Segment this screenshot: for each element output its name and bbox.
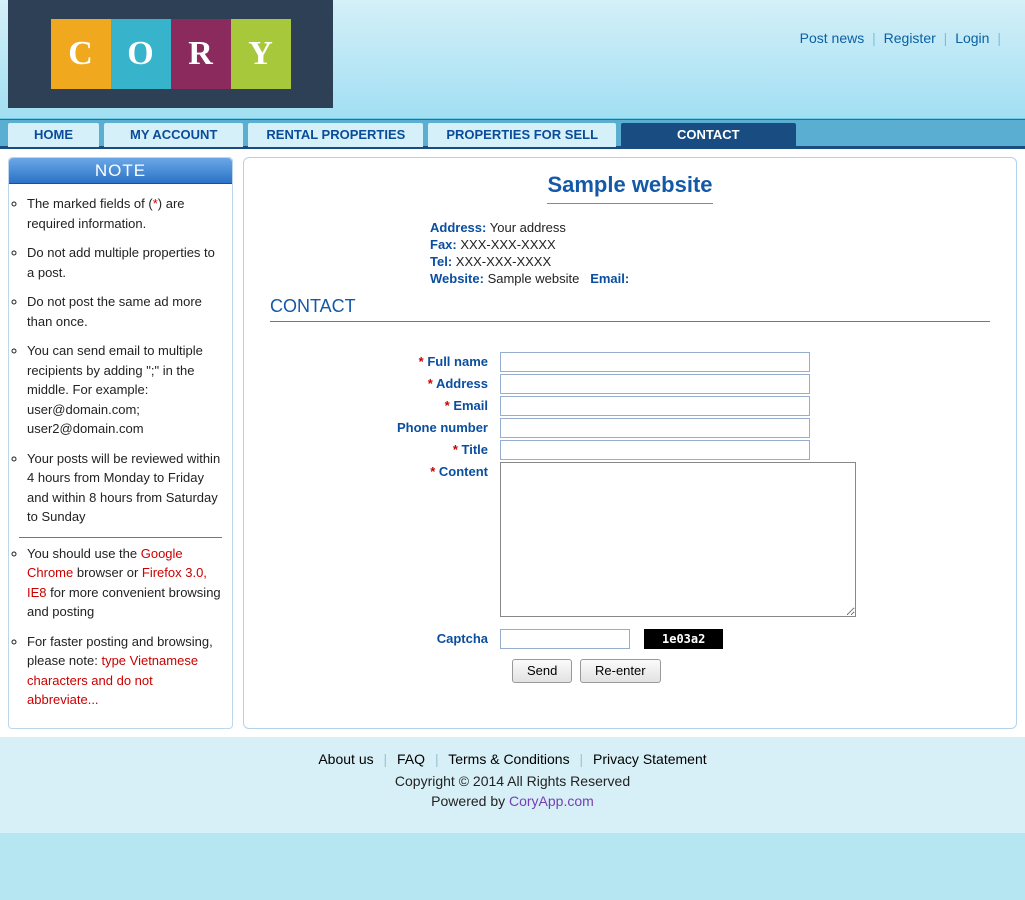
reenter-button[interactable]: Re-enter (580, 659, 661, 683)
tab-sell[interactable]: PROPERTIES FOR SELL (428, 123, 616, 147)
label-fullname: * Full name (270, 352, 500, 369)
label-email: * Email (270, 396, 500, 413)
footer-privacy[interactable]: Privacy Statement (593, 751, 707, 767)
info-label: Tel: (430, 254, 452, 269)
note-text: The marked fields of ( (27, 196, 153, 211)
phone-input[interactable] (500, 418, 810, 438)
logo-puzzle: C O R Y (51, 19, 291, 89)
info-address: Address: Your address (430, 220, 990, 235)
page-title: Sample website (547, 170, 712, 204)
note-item: Your posts will be reviewed within 4 hou… (27, 449, 224, 527)
footer: About us | FAQ | Terms & Conditions | Pr… (0, 737, 1025, 833)
separator: | (940, 30, 952, 46)
info-tel: Tel: XXX-XXX-XXXX (430, 254, 990, 269)
divider (19, 537, 222, 538)
tab-contact[interactable]: CONTACT (621, 123, 796, 147)
fullname-input[interactable] (500, 352, 810, 372)
info-email-label: Email: (590, 271, 629, 286)
note-item: Do not add multiple properties to a post… (27, 243, 224, 282)
contact-heading: CONTACT (270, 296, 990, 322)
body-area: NOTE The marked fields of (*) are requir… (0, 149, 1025, 737)
note-item: You can send email to multiple recipient… (27, 341, 224, 439)
info-value: XXX-XXX-XXXX (460, 237, 555, 252)
info-fax: Fax: XXX-XXX-XXXX (430, 237, 990, 252)
contact-info: Address: Your address Fax: XXX-XXX-XXXX … (430, 220, 990, 286)
label-phone: Phone number (270, 418, 500, 435)
info-label: Fax: (430, 237, 457, 252)
tab-rental[interactable]: RENTAL PROPERTIES (248, 123, 423, 147)
tab-my-account[interactable]: MY ACCOUNT (104, 123, 243, 147)
note-item: Do not post the same ad more than once. (27, 292, 224, 331)
info-label: Website: (430, 271, 484, 286)
logo-letter-y: Y (231, 19, 291, 89)
powered-text: Powered by (431, 793, 509, 809)
info-website: Website: Sample website Email: (430, 271, 990, 286)
login-link[interactable]: Login (955, 30, 989, 46)
info-value: Sample website (488, 271, 580, 286)
note-item: The marked fields of (*) are required in… (27, 194, 224, 233)
note-list: The marked fields of (*) are required in… (9, 184, 232, 527)
note-text: You should use the (27, 546, 141, 561)
info-value: Your address (490, 220, 566, 235)
footer-copyright: Copyright © 2014 All Rights Reserved (0, 773, 1025, 789)
tab-home[interactable]: HOME (8, 123, 99, 147)
label-title: * Title (270, 440, 500, 457)
logo-letter-c: C (51, 19, 111, 89)
note-text: for more convenient browsing and posting (27, 585, 221, 620)
separator: | (574, 751, 590, 767)
note-list-2: You should use the Google Chrome browser… (9, 544, 232, 710)
note-text: browser or (73, 565, 142, 580)
label-address: * Address (270, 374, 500, 391)
label-content: * Content (270, 462, 500, 479)
sidebar-note: NOTE The marked fields of (*) are requir… (8, 157, 233, 729)
separator: | (429, 751, 445, 767)
main-panel: Sample website Address: Your address Fax… (243, 157, 1017, 729)
label-captcha: Captcha (270, 629, 500, 646)
address-input[interactable] (500, 374, 810, 394)
footer-terms[interactable]: Terms & Conditions (448, 751, 569, 767)
separator: | (378, 751, 394, 767)
captcha-image: 1e03a2 (644, 629, 723, 649)
post-news-link[interactable]: Post news (800, 30, 865, 46)
email-input[interactable] (500, 396, 810, 416)
footer-links: About us | FAQ | Terms & Conditions | Pr… (0, 751, 1025, 767)
footer-faq[interactable]: FAQ (397, 751, 425, 767)
captcha-input[interactable] (500, 629, 630, 649)
logo-letter-o: O (111, 19, 171, 89)
logo[interactable]: real estate C O R Y (8, 0, 333, 108)
note-heading: NOTE (9, 158, 232, 184)
info-value: XXX-XXX-XXXX (456, 254, 551, 269)
send-button[interactable]: Send (512, 659, 572, 683)
title-input[interactable] (500, 440, 810, 460)
info-label: Address: (430, 220, 486, 235)
footer-powered: Powered by CoryApp.com (0, 793, 1025, 809)
footer-about[interactable]: About us (318, 751, 373, 767)
note-item: For faster posting and browsing, please … (27, 632, 224, 710)
separator: | (868, 30, 880, 46)
bottom-bar (0, 833, 1025, 845)
register-link[interactable]: Register (884, 30, 936, 46)
top-nav: Post news | Register | Login | (800, 30, 1005, 46)
header: real estate C O R Y Post news | Register… (0, 0, 1025, 119)
page-container: real estate C O R Y Post news | Register… (0, 0, 1025, 845)
main-nav: HOME MY ACCOUNT RENTAL PROPERTIES PROPER… (0, 119, 1025, 149)
logo-letter-r: R (171, 19, 231, 89)
separator: | (993, 30, 1005, 46)
note-item: You should use the Google Chrome browser… (27, 544, 224, 622)
content-textarea[interactable] (500, 462, 856, 617)
button-row: Send Re-enter (512, 659, 990, 683)
powered-link[interactable]: CoryApp.com (509, 793, 594, 809)
